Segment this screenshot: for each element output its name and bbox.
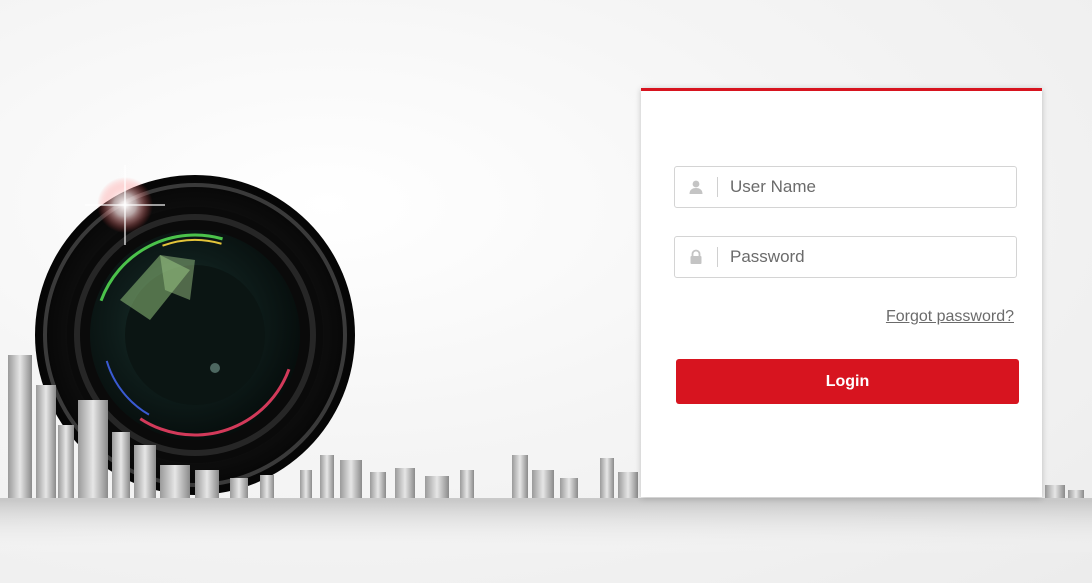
login-button[interactable]: Login bbox=[676, 359, 1019, 404]
username-input[interactable] bbox=[718, 168, 1016, 206]
login-panel: Forgot password? Login bbox=[641, 88, 1042, 497]
lock-icon bbox=[675, 237, 717, 277]
user-icon bbox=[675, 167, 717, 207]
login-page: Forgot password? Login bbox=[0, 0, 1092, 583]
forgot-password-link[interactable]: Forgot password? bbox=[886, 308, 1014, 326]
username-field[interactable] bbox=[674, 166, 1017, 208]
password-input[interactable] bbox=[718, 238, 1016, 276]
password-field[interactable] bbox=[674, 236, 1017, 278]
